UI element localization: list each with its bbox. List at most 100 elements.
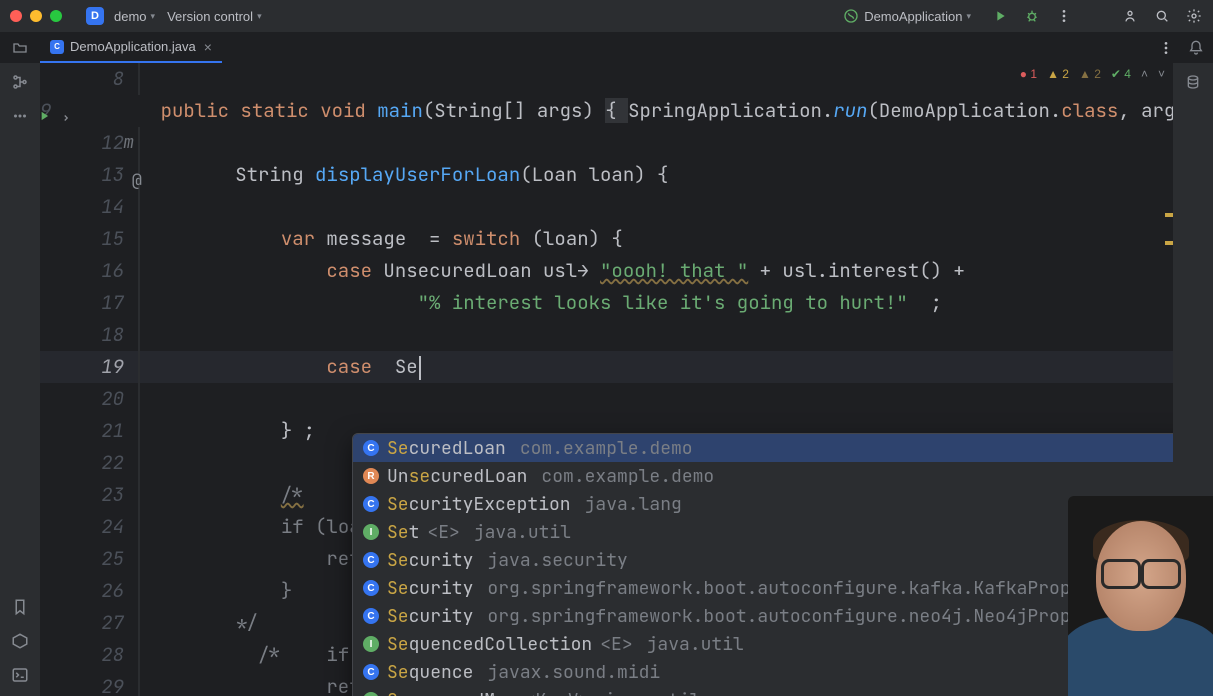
autocomplete-item[interactable]: I SequencedMap <K, V> java.util — [353, 686, 1173, 696]
line-number: 21 — [40, 415, 138, 447]
type-badge-icon: I — [363, 524, 379, 540]
line-number: 15 — [40, 223, 138, 255]
completion-package: java.util — [474, 521, 571, 544]
line-number: 26 — [40, 575, 138, 607]
chevron-down-icon: ▾ — [257, 11, 262, 22]
line-number: 18 — [40, 319, 138, 351]
spring-run-icon — [842, 7, 860, 25]
completion-package: javax.sound.midi — [487, 661, 660, 684]
minimize-window-button[interactable] — [30, 10, 42, 22]
completion-name: Security — [387, 577, 473, 600]
completion-name: UnsecuredLoan — [387, 465, 527, 488]
line-number: 23 — [40, 479, 138, 511]
vcs-menu[interactable]: Version control ▾ — [161, 5, 268, 28]
type-badge-icon: C — [363, 664, 379, 680]
debug-button[interactable] — [1023, 7, 1041, 25]
settings-icon[interactable] — [1185, 7, 1203, 25]
structure-tool-icon[interactable] — [7, 69, 33, 95]
project-selector[interactable]: D demo ▾ — [80, 3, 161, 29]
project-badge-icon: D — [86, 7, 104, 25]
completion-package: com.example.demo — [520, 437, 693, 460]
autocomplete-item[interactable]: C Security org.springframework.boot.autoco… — [353, 602, 1173, 630]
database-tool-icon[interactable] — [1180, 69, 1206, 95]
services-tool-icon[interactable] — [7, 628, 33, 654]
search-icon[interactable] — [1153, 7, 1171, 25]
type-badge-icon: C — [363, 440, 379, 456]
completion-package: org.springframework.boot.autoconfigure.k… — [487, 577, 1135, 600]
project-tool-toggle[interactable] — [0, 33, 40, 63]
completion-package: java.security — [487, 549, 627, 572]
line-number: 25 — [40, 543, 138, 575]
tab-demoapplication[interactable]: C DemoApplication.java × — [40, 33, 222, 63]
completion-name: SecurityException — [387, 493, 571, 516]
project-name: demo — [114, 9, 147, 24]
zoom-window-button[interactable] — [50, 10, 62, 22]
window-controls — [10, 10, 62, 22]
close-window-button[interactable] — [10, 10, 22, 22]
autocomplete-popup[interactable]: C SecuredLoan com.example.demo R UnsecuredLo… — [352, 433, 1173, 696]
chevron-down-icon: ▾ — [151, 11, 156, 22]
line-number: 9 — [40, 95, 65, 127]
line-number: 16 — [40, 255, 138, 287]
titlebar: D demo ▾ Version control ▾ DemoApplicati… — [0, 0, 1213, 33]
current-line: 19 case Se — [40, 351, 1173, 383]
code-editor[interactable]: ● 1 ▲ 2 ▲ 2 ✔ 4 ˄ ˅ 8 9 — [40, 63, 1173, 696]
type-badge-icon: I — [363, 636, 379, 652]
line-number: 22 — [40, 447, 138, 479]
close-tab-icon[interactable]: × — [204, 39, 212, 55]
line-number: 8 — [40, 63, 138, 95]
line-number: 28 — [40, 639, 138, 671]
autocomplete-item[interactable]: R UnsecuredLoan com.example.demo — [353, 462, 1173, 490]
left-toolbar — [0, 63, 40, 696]
line-number: 29 — [40, 671, 138, 696]
tab-more-menu[interactable] — [1157, 39, 1175, 57]
chevron-down-icon: ▾ — [966, 11, 971, 22]
more-tool-icon[interactable] — [7, 103, 33, 129]
autocomplete-item[interactable]: C Security org.springframework.boot.autoco… — [353, 574, 1173, 602]
more-menu[interactable] — [1055, 7, 1073, 25]
line-number: 24 — [40, 511, 138, 543]
completion-package: org.springframework.boot.autoconfigure.n… — [487, 605, 1135, 628]
ide-window: D demo ▾ Version control ▾ DemoApplicati… — [0, 0, 1213, 696]
generic-params: <E> — [427, 521, 459, 544]
completion-name: SequencedMap — [387, 689, 517, 696]
line-number: 13 @ — [40, 159, 138, 191]
tab-label: DemoApplication.java — [70, 39, 196, 54]
run-button[interactable] — [991, 7, 1009, 25]
type-badge-icon: R — [363, 468, 379, 484]
autocomplete-item[interactable]: C SecuredLoan com.example.demo — [353, 434, 1173, 462]
line-number: 17 — [40, 287, 138, 319]
autocomplete-item[interactable]: ISequencedCollection<E>java.util — [353, 630, 1173, 658]
completion-name: Security — [387, 549, 473, 572]
terminal-tool-icon[interactable] — [7, 662, 33, 688]
editor-tab-bar: C DemoApplication.java × — [0, 33, 1213, 63]
autocomplete-item[interactable]: ISet<E>java.util — [353, 518, 1173, 546]
vcs-label: Version control — [167, 9, 253, 24]
completion-package: com.example.demo — [541, 465, 714, 488]
notifications-icon[interactable] — [1187, 39, 1205, 57]
autocomplete-item[interactable]: C Security java.security — [353, 546, 1173, 574]
type-badge-icon: C — [363, 580, 379, 596]
type-badge-icon: C — [363, 552, 379, 568]
bookmark-tool-icon[interactable] — [7, 594, 33, 620]
type-badge-icon: C — [363, 608, 379, 624]
text-cursor — [419, 356, 421, 380]
java-class-icon: C — [50, 40, 64, 54]
line-number: 19 — [40, 351, 138, 383]
completion-name: Sequence — [387, 661, 473, 684]
code-with-me-icon[interactable] — [1121, 7, 1139, 25]
completion-package: java.util — [603, 689, 700, 696]
block-hint: m — [123, 127, 134, 159]
generic-params: <K, V> — [525, 689, 590, 696]
type-badge-icon: C — [363, 496, 379, 512]
generic-params: <E> — [600, 633, 632, 656]
type-badge-icon: I — [363, 692, 379, 696]
completion-name: SequencedCollection — [387, 633, 592, 656]
autocomplete-item[interactable]: C Sequence javax.sound.midi — [353, 658, 1173, 686]
run-config-selector[interactable]: DemoApplication ▾ — [836, 3, 977, 29]
completion-package: java.lang — [585, 493, 682, 516]
completion-name: SecuredLoan — [387, 437, 506, 460]
line-number: 27 — [40, 607, 138, 639]
autocomplete-item[interactable]: C SecurityException java.lang — [353, 490, 1173, 518]
completion-name: Security — [387, 605, 473, 628]
